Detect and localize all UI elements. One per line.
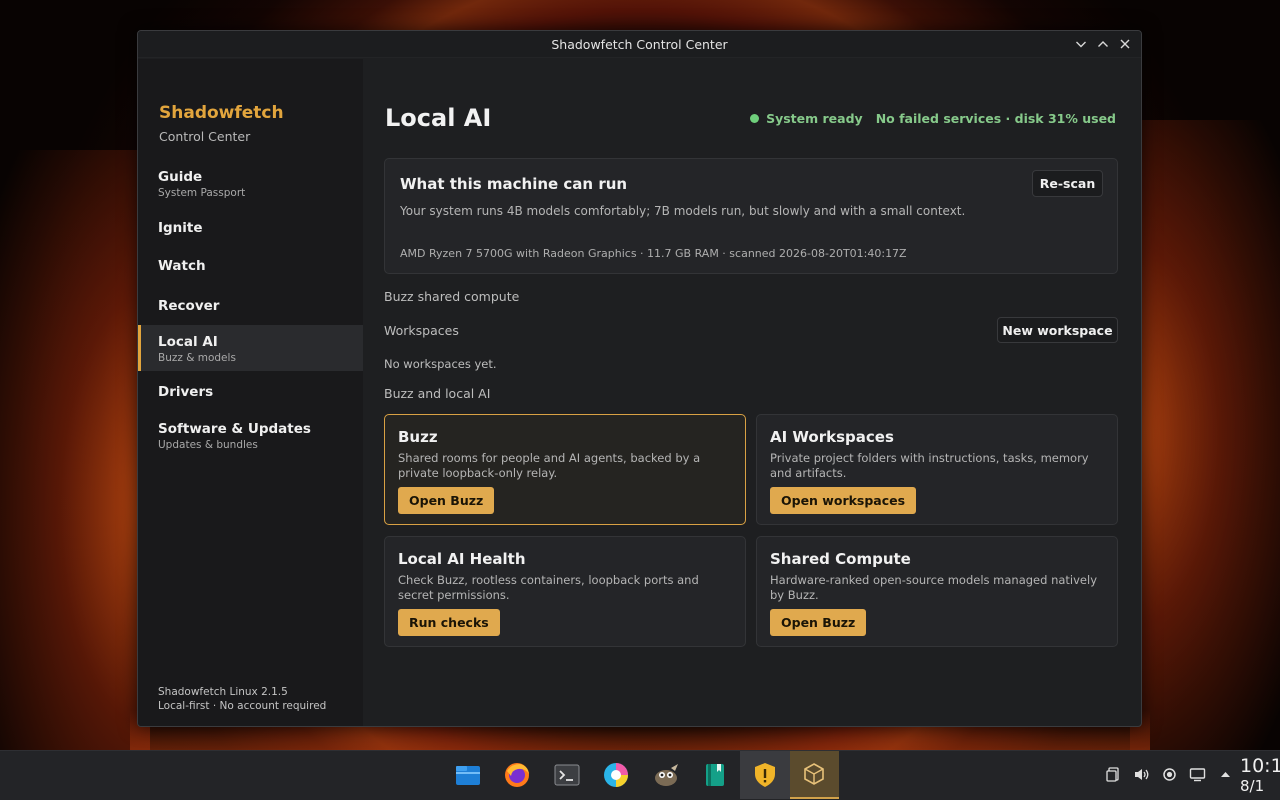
sidebar-item-drivers[interactable]: Drivers [138, 384, 363, 400]
local-ai-health-card[interactable]: Local AI Health Check Buzz, rootless con… [384, 536, 746, 647]
rescan-button[interactable]: Re-scan [1032, 170, 1103, 197]
card-description: Check Buzz, rootless containers, loopbac… [398, 573, 699, 602]
taskbar-firefox[interactable] [493, 751, 543, 799]
taskbar-apps [443, 751, 839, 800]
taskbar: 10:1 8/1 [0, 750, 1280, 800]
notes-icon [706, 764, 725, 786]
clock-date: 8/1 [1240, 777, 1265, 795]
chevron-up-icon [1098, 41, 1108, 47]
brand-name: Shadowfetch [159, 103, 284, 123]
page-title: Local AI [385, 104, 492, 132]
sidebar-item-label: Recover [158, 298, 220, 314]
sidebar-item-sublabel: System Passport [158, 187, 246, 199]
sidebar-item-label: Drivers [158, 384, 214, 400]
clock-time: 10:1 [1240, 755, 1280, 777]
window-title: Shadowfetch Control Center [551, 37, 728, 52]
status-ready: System ready [766, 111, 863, 126]
card-description: Hardware-ranked open-source models manag… [770, 573, 1098, 602]
sidebar-item-recover[interactable]: Recover [138, 298, 363, 314]
capability-description: Your system runs 4B models comfortably; … [400, 204, 966, 218]
display-icon [1189, 767, 1205, 781]
status-dot-icon [750, 114, 760, 123]
maximize-button[interactable] [1095, 36, 1111, 52]
chevron-down-icon [1076, 41, 1086, 48]
file-manager-icon [455, 766, 480, 785]
open-buzz-compute-button[interactable]: Open Buzz [770, 609, 867, 636]
hardware-summary: AMD Ryzen 7 5700G with Radeon Graphics ·… [400, 247, 907, 260]
ai-workspaces-card[interactable]: AI Workspaces Private project folders wi… [756, 414, 1118, 525]
shared-compute-heading: Buzz shared compute [384, 289, 520, 304]
sidebar-item-ignite[interactable]: Ignite [138, 220, 363, 236]
taskbar-security[interactable] [740, 751, 790, 799]
card-title: Local AI Health [398, 550, 526, 568]
main-content: Local AI System ready No failed services… [363, 59, 1141, 726]
sidebar-item-label: Watch [158, 258, 206, 274]
tray-volume[interactable] [1131, 764, 1151, 784]
tray-clipboard[interactable] [1103, 764, 1123, 784]
clock[interactable]: 10:1 8/1 [1240, 755, 1280, 795]
taskbar-file-manager[interactable] [443, 751, 493, 799]
color-picker-icon [604, 763, 629, 787]
volume-icon [1134, 768, 1148, 780]
card-title: Shared Compute [770, 550, 911, 568]
workspaces-empty-state: No workspaces yet. [384, 357, 497, 371]
taskbar-color-picker[interactable] [592, 751, 642, 799]
tagline-text: Local-first · No account required [158, 700, 327, 712]
brand-subtitle: Control Center [159, 129, 251, 144]
card-description: Private project folders with instruction… [770, 451, 1089, 480]
sidebar-item-sublabel: Updates & bundles [158, 439, 258, 451]
sidebar-item-label: Ignite [158, 220, 203, 236]
control-center-window: Shadowfetch Control Center Shadowfetch C… [137, 30, 1142, 727]
capability-panel: What this machine can run Your system ru… [384, 158, 1118, 274]
status-bar: System ready No failed services · disk 3… [750, 111, 1116, 126]
buzz-section-heading: Buzz and local AI [384, 386, 491, 401]
taskbar-terminal[interactable] [542, 751, 592, 799]
sidebar-footer: Shadowfetch Linux 2.1.5 Local-first · No… [158, 685, 326, 713]
workspaces-heading: Workspaces [384, 323, 459, 338]
card-title: Buzz [398, 428, 438, 446]
gimp-icon [654, 764, 678, 786]
capability-title: What this machine can run [400, 175, 628, 193]
sidebar-item-software-updates[interactable]: Software & Updates Updates & bundles [138, 421, 363, 451]
sidebar: Shadowfetch Control Center Guide System … [138, 59, 363, 726]
taskbar-gimp[interactable] [641, 751, 691, 799]
chevron-up-icon [1220, 771, 1230, 777]
tray-display[interactable] [1187, 764, 1207, 784]
open-buzz-button[interactable]: Open Buzz [398, 487, 495, 514]
package-icon [804, 763, 825, 785]
sidebar-item-label: Local AI [158, 334, 218, 350]
shared-compute-card[interactable]: Shared Compute Hardware-ranked open-sour… [756, 536, 1118, 647]
sidebar-item-watch[interactable]: Watch [138, 258, 363, 274]
new-workspace-button[interactable]: New workspace [997, 317, 1118, 343]
sidebar-item-label: Guide [158, 169, 203, 185]
taskbar-notes[interactable] [691, 751, 741, 799]
tray-expand[interactable] [1215, 764, 1235, 784]
taskbar-control-center[interactable] [789, 751, 839, 799]
terminal-icon [554, 764, 580, 786]
window-titlebar[interactable]: Shadowfetch Control Center [138, 31, 1141, 58]
brightness-icon [1162, 767, 1176, 781]
tray-brightness[interactable] [1159, 764, 1179, 784]
sidebar-item-sublabel: Buzz & models [158, 352, 236, 364]
sidebar-item-guide[interactable]: Guide System Passport [138, 169, 363, 199]
card-title: AI Workspaces [770, 428, 894, 446]
status-services: No failed services · disk 31% used [875, 111, 1116, 126]
minimize-button[interactable] [1073, 36, 1089, 52]
open-workspaces-button[interactable]: Open workspaces [770, 487, 917, 514]
sidebar-item-local-ai[interactable]: Local AI Buzz & models [138, 325, 363, 371]
version-text: Shadowfetch Linux 2.1.5 [158, 686, 288, 698]
shield-warning-icon [754, 763, 775, 787]
close-button[interactable] [1117, 36, 1133, 52]
brand: Shadowfetch Control Center [159, 103, 284, 144]
sidebar-item-label: Software & Updates [158, 421, 311, 437]
buzz-card[interactable]: Buzz Shared rooms for people and AI agen… [384, 414, 746, 525]
system-tray [1103, 764, 1235, 784]
clipboard-icon [1105, 766, 1119, 782]
run-checks-button[interactable]: Run checks [398, 609, 500, 636]
card-description: Shared rooms for people and AI agents, b… [398, 451, 701, 480]
close-icon [1120, 39, 1130, 49]
firefox-icon [505, 763, 530, 787]
